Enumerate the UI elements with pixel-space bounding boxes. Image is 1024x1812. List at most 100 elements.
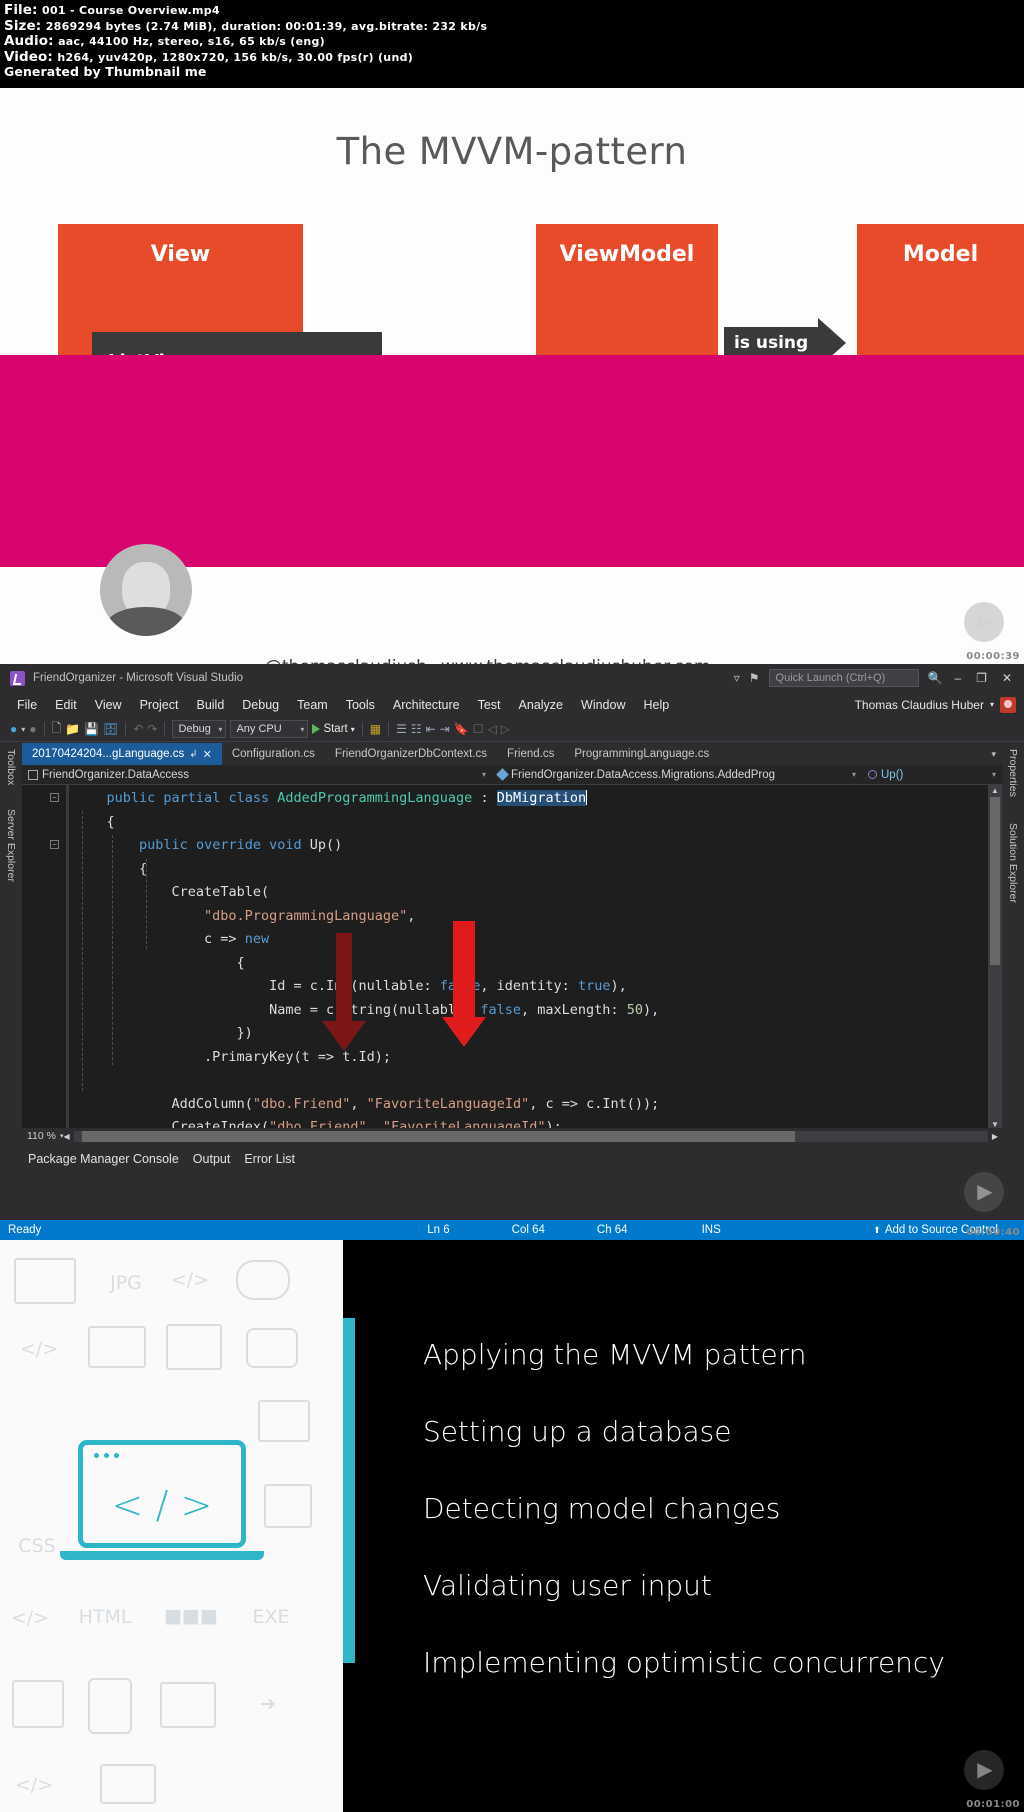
- fold-toggle-method[interactable]: −: [50, 840, 59, 849]
- open-file-icon[interactable]: 📁: [65, 722, 80, 736]
- close-icon[interactable]: ✕: [203, 748, 212, 761]
- mvvm-box-view-label: View: [150, 242, 211, 267]
- navbar-member-dropdown[interactable]: Up() ▾: [862, 769, 1002, 781]
- meta-video-label: Video:: [4, 48, 53, 65]
- navigate-forward-icon[interactable]: ●: [29, 722, 36, 736]
- decrease-indent-icon[interactable]: ⇤: [426, 722, 436, 736]
- increase-indent-icon[interactable]: ⇥: [440, 722, 450, 736]
- menu-item-edit[interactable]: Edit: [46, 696, 86, 714]
- mvvm-box-model-label: Model: [902, 242, 979, 267]
- play-button-overlay-2[interactable]: ▶: [964, 1172, 1004, 1212]
- play-icon: [312, 724, 321, 734]
- laptop-dots-icon: [94, 1453, 119, 1458]
- menu-item-architecture[interactable]: Architecture: [384, 696, 469, 714]
- notifications-icon[interactable]: ⚑: [749, 671, 760, 685]
- bullet-list: Applying the MVVM pattern Setting up a d…: [423, 1338, 1004, 1723]
- chevron-down-icon: ▾: [991, 770, 996, 779]
- scroll-thumb[interactable]: [990, 797, 1000, 965]
- thumbnail-frame-1[interactable]: The MVVM-pattern View ListView ItemsSour…: [0, 88, 1024, 664]
- vs-title-bar: FriendOrganizer - Microsoft Visual Studi…: [0, 664, 1024, 692]
- menu-item-build[interactable]: Build: [187, 696, 233, 714]
- menu-item-test[interactable]: Test: [469, 696, 510, 714]
- account-name: Thomas Claudius Huber: [854, 697, 984, 712]
- navbar-type-dropdown[interactable]: FriendOrganizer.DataAccess.Migrations.Ad…: [492, 768, 862, 781]
- menu-item-help[interactable]: Help: [634, 696, 678, 714]
- play-icon: ▶: [977, 1759, 993, 1781]
- start-debug-button[interactable]: Start ▾: [312, 723, 355, 735]
- quick-launch-input[interactable]: Quick Launch (Ctrl+Q): [768, 669, 919, 687]
- navigate-backward-icon[interactable]: ●: [10, 722, 17, 736]
- play-button-overlay-1[interactable]: ▶: [964, 602, 1004, 642]
- editor-vertical-scrollbar[interactable]: ▲ ▼: [988, 785, 1002, 1130]
- platform-dropdown[interactable]: Any CPU: [230, 720, 309, 738]
- new-project-icon[interactable]: 🗋: [52, 719, 62, 740]
- menu-item-team[interactable]: Team: [288, 696, 337, 714]
- redo-icon[interactable]: ↷: [147, 722, 157, 736]
- menu-item-view[interactable]: View: [86, 696, 131, 714]
- panel-tab-output[interactable]: Output: [193, 1152, 231, 1166]
- bookmark-icon[interactable]: 🔖: [454, 722, 469, 736]
- slide-title: The MVVM-pattern: [336, 130, 688, 173]
- tab-label: Friend.cs: [507, 748, 555, 760]
- tab-overflow-chevron-icon[interactable]: ▾: [985, 743, 1002, 765]
- next-bookmark-icon[interactable]: ▷: [501, 722, 510, 736]
- feedback-icon[interactable]: ▿: [734, 671, 740, 685]
- minimize-button[interactable]: –: [951, 671, 964, 685]
- quick-launch-placeholder: Quick Launch (Ctrl+Q): [775, 672, 886, 684]
- hscroll-thumb[interactable]: [81, 1130, 795, 1142]
- menu-item-tools[interactable]: Tools: [337, 696, 384, 714]
- menu-item-window[interactable]: Window: [572, 696, 634, 714]
- visual-studio-window: FriendOrganizer - Microsoft Visual Studi…: [0, 664, 1024, 1240]
- undo-icon[interactable]: ↶: [133, 722, 143, 736]
- restore-button[interactable]: ❐: [973, 671, 990, 685]
- tab-programminglanguage[interactable]: ProgrammingLanguage.cs: [564, 743, 720, 765]
- platform-value: Any CPU: [236, 723, 282, 735]
- menu-item-file[interactable]: File: [8, 696, 46, 714]
- play-button-overlay-3[interactable]: ▶: [964, 1750, 1004, 1790]
- save-all-icon[interactable]: 🗄: [103, 722, 118, 736]
- tab-friend[interactable]: Friend.cs: [497, 743, 565, 765]
- tab-addedprogramminglanguage[interactable]: 20170424204...gLanguage.cs ↲ ✕: [22, 743, 222, 765]
- bullet-item-2: Setting up a database: [423, 1415, 732, 1448]
- menu-item-debug[interactable]: Debug: [233, 696, 288, 714]
- bullet-item-1: Applying the MVVM pattern: [423, 1338, 807, 1371]
- vs-code-editor[interactable]: − − public partial class AddedProgrammin…: [22, 785, 1002, 1144]
- configuration-dropdown[interactable]: Debug: [172, 720, 227, 738]
- hscroll-track[interactable]: [73, 1130, 988, 1142]
- rail-solution-explorer[interactable]: Solution Explorer: [1007, 823, 1019, 903]
- pin-icon[interactable]: ↲: [189, 749, 197, 760]
- tab-friendorganizerdbcontext[interactable]: FriendOrganizerDbContext.cs: [324, 743, 498, 765]
- comment-icon[interactable]: ☰: [396, 722, 407, 736]
- menu-item-project[interactable]: Project: [131, 696, 188, 714]
- rail-server-explorer[interactable]: Server Explorer: [5, 809, 17, 882]
- editor-code-text[interactable]: public partial class AddedProgrammingLan…: [74, 785, 988, 1144]
- hscroll-left-icon[interactable]: ◀: [64, 1132, 70, 1141]
- hscroll-right-icon[interactable]: ▶: [992, 1132, 1002, 1141]
- avatar: [100, 544, 192, 636]
- toggle-bookmark-icon[interactable]: ☐: [473, 722, 484, 736]
- uncomment-icon[interactable]: ☷: [411, 722, 422, 736]
- editor-horizontal-scroll-row[interactable]: 110 % ▾ ◀ ▶: [22, 1128, 1002, 1144]
- doodle-window-icon: [14, 1258, 76, 1304]
- close-button[interactable]: ✕: [999, 671, 1015, 685]
- prev-bookmark-icon[interactable]: ◁: [487, 722, 496, 736]
- panel-tab-package-manager-console[interactable]: Package Manager Console: [28, 1152, 179, 1166]
- navbar-project-dropdown[interactable]: FriendOrganizer.DataAccess ▾: [22, 769, 492, 781]
- attach-process-icon[interactable]: ▦: [370, 722, 381, 736]
- play-icon: ▶: [977, 1181, 993, 1203]
- rail-properties[interactable]: Properties: [1007, 749, 1019, 797]
- panel-tab-error-list[interactable]: Error List: [244, 1152, 295, 1166]
- rail-toolbox[interactable]: Toolbox: [5, 749, 17, 785]
- doodle-label: </>: [14, 1773, 54, 1796]
- menu-item-analyze[interactable]: Analyze: [510, 696, 572, 714]
- save-icon[interactable]: 💾: [84, 722, 99, 736]
- account-area[interactable]: Thomas Claudius Huber ▾: [854, 696, 1024, 713]
- tab-configuration[interactable]: Configuration.cs: [221, 743, 325, 765]
- search-icon[interactable]: 🔍: [928, 671, 943, 685]
- thumbnail-frame-2[interactable]: FriendOrganizer - Microsoft Visual Studi…: [0, 664, 1024, 1240]
- thumbnail-frame-3[interactable]: JPG </> </> CSS </> HTML ■■■ EXE ➔ </> <…: [0, 1240, 1024, 1812]
- editor-zoom-control[interactable]: 110 % ▾: [22, 1130, 64, 1142]
- scroll-up-icon[interactable]: ▲: [988, 786, 1002, 795]
- navigate-dropdown-icon[interactable]: ▾: [21, 725, 25, 734]
- fold-toggle-class[interactable]: −: [50, 793, 59, 802]
